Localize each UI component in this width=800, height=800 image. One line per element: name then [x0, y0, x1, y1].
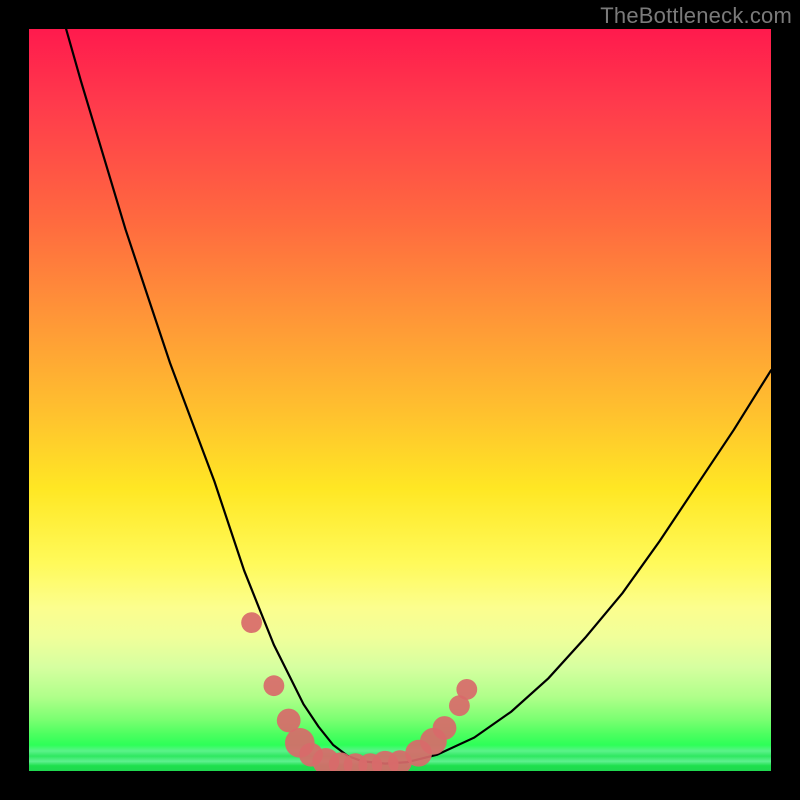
plot-area — [29, 29, 771, 771]
curve-marker — [241, 612, 262, 633]
curve-marker — [456, 679, 477, 700]
watermark-text: TheBottleneck.com — [600, 3, 792, 29]
chart-frame: TheBottleneck.com — [0, 0, 800, 800]
curve-marker — [433, 716, 457, 740]
curve-markers — [241, 612, 477, 771]
curve-layer — [29, 29, 771, 771]
bottleneck-curve — [66, 29, 771, 764]
curve-marker — [264, 675, 285, 696]
